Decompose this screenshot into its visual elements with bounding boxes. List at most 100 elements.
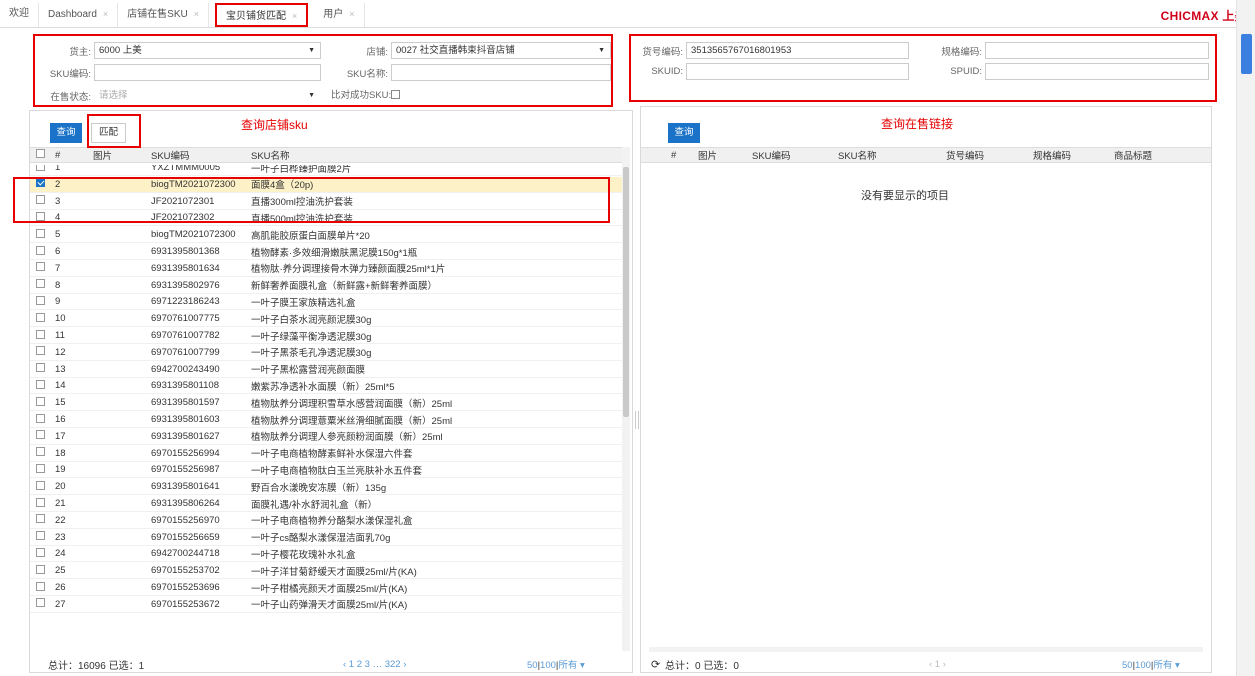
page-size-all[interactable]: 所有 xyxy=(1153,660,1172,671)
compare-success-checkbox[interactable] xyxy=(391,89,400,99)
refresh-icon[interactable]: ⟳ xyxy=(651,658,665,671)
table-row[interactable]: 16 6931395801603 植物肽养分调理薏粟米丝滑细腻面膜（新）25ml xyxy=(30,412,622,428)
goods-code-input[interactable]: 3513565767016801953 xyxy=(686,42,909,59)
row-checkbox[interactable] xyxy=(36,346,45,356)
row-checkbox[interactable] xyxy=(36,514,45,524)
row-checkbox[interactable] xyxy=(36,279,45,289)
row-checkbox[interactable] xyxy=(36,413,45,423)
sku-name-input[interactable] xyxy=(391,64,611,81)
page-size-100[interactable]: 100 xyxy=(1135,660,1151,671)
row-checkbox[interactable] xyxy=(36,463,45,473)
col-num[interactable]: # xyxy=(641,150,698,161)
col-spec-code[interactable]: 规格编码 xyxy=(1033,148,1114,162)
col-sku-name[interactable]: SKU名称 xyxy=(838,148,946,162)
table-row[interactable]: 15 6931395801597 植物肽养分调理积雪草水感营润面膜（新）25ml xyxy=(30,395,622,412)
table-row[interactable]: 11 6970761007782 一叶子绿藻平衡净透泥膜30g xyxy=(30,328,622,344)
page-size-selector[interactable]: 50|100|所有 ▾ xyxy=(527,657,585,671)
table-row[interactable]: 6 6931395801368 植物酵素·多效细滑嫩肤黑泥膜150g*1瓶 xyxy=(30,244,622,260)
page-size-50[interactable]: 50 xyxy=(527,660,538,671)
table-row[interactable]: 12 6970761007799 一叶子黑茶毛孔净透泥膜30g xyxy=(30,345,622,361)
close-icon[interactable]: × xyxy=(292,11,297,21)
row-checkbox[interactable] xyxy=(36,430,45,440)
table-row[interactable]: 2 biogTM2021072300 面膜4盒（20p) xyxy=(30,176,622,193)
row-checkbox[interactable] xyxy=(36,312,45,322)
page-size-100[interactable]: 100 xyxy=(540,660,556,671)
scrollbar-thumb[interactable] xyxy=(1241,34,1252,74)
tab-product-matching[interactable]: 宝贝铺货匹配 × xyxy=(215,3,309,27)
row-checkbox[interactable] xyxy=(36,497,45,507)
status-select[interactable]: 请选择 ▼ xyxy=(94,87,321,104)
col-product-title[interactable]: 商品标题 xyxy=(1114,148,1184,162)
row-checkbox[interactable] xyxy=(36,295,45,305)
table-row[interactable]: 26 6970155253696 一叶子柑橘亮颜天才面膜25ml/片(KA) xyxy=(30,580,622,596)
panel-splitter[interactable] xyxy=(635,411,639,429)
pagination[interactable]: ‹ 1 › xyxy=(929,659,1122,670)
close-icon[interactable]: × xyxy=(103,9,108,19)
row-checkbox[interactable] xyxy=(36,547,45,557)
pagination[interactable]: ‹ 1 2 3 … 322 › xyxy=(343,659,527,670)
table-row[interactable]: 25 6970155253702 一叶子洋甘菊舒缓天才面膜25ml/片(KA) xyxy=(30,563,622,580)
col-sku-code[interactable]: SKU编码 xyxy=(151,148,251,162)
page-size-selector[interactable]: 50|100|所有 ▾ xyxy=(1122,657,1180,671)
row-checkbox[interactable] xyxy=(36,178,45,188)
row-checkbox[interactable] xyxy=(36,379,45,389)
tab-users[interactable]: 用户 × xyxy=(314,3,365,27)
table-row[interactable]: 23 6970155256659 一叶子cs酪梨水漾保湿洁面乳70g xyxy=(30,530,622,546)
col-sku-code[interactable]: SKU编码 xyxy=(752,148,838,162)
col-image[interactable]: 图片 xyxy=(93,148,151,162)
col-sku-name[interactable]: SKU名称 xyxy=(251,148,551,162)
table-row[interactable]: 8 6931395802976 新鲜奢养面膜礼盒（新鲜露+新鲜奢养面膜） xyxy=(30,278,622,294)
row-checkbox[interactable] xyxy=(36,195,45,205)
tab-store-sku[interactable]: 店铺在售SKU × xyxy=(118,3,210,27)
scrollbar-thumb[interactable] xyxy=(623,167,629,417)
sku-code-input[interactable] xyxy=(94,64,321,81)
table-scrollbar[interactable] xyxy=(622,147,630,651)
skuid-input[interactable] xyxy=(686,63,909,80)
spec-code-input[interactable] xyxy=(985,42,1209,59)
tab-welcome[interactable]: 欢迎 xyxy=(0,3,39,27)
row-checkbox[interactable] xyxy=(36,245,45,255)
row-checkbox[interactable] xyxy=(36,363,45,373)
page-scrollbar[interactable] xyxy=(1236,0,1255,676)
table-row[interactable]: 3 JF2021072301 直播300ml控油洗护套装 xyxy=(30,194,622,210)
select-all-checkbox[interactable] xyxy=(36,149,45,158)
table-row[interactable]: 10 6970761007775 一叶子白茶水润亮颜泥膜30g xyxy=(30,311,622,328)
close-icon[interactable]: × xyxy=(194,9,199,19)
table-row[interactable]: 18 6970155256994 一叶子电商植物酵素鲜补水保湿六件套 xyxy=(30,446,622,462)
close-icon[interactable]: × xyxy=(349,9,354,19)
row-checkbox[interactable] xyxy=(36,447,45,457)
tab-dashboard[interactable]: Dashboard × xyxy=(39,3,119,27)
page-size-50[interactable]: 50 xyxy=(1122,660,1133,671)
row-checkbox[interactable] xyxy=(36,396,45,406)
query-button[interactable]: 查询 xyxy=(668,123,700,143)
table-row[interactable]: 14 6931395801108 嫩紫苏净透补水面膜（新）25ml*5 xyxy=(30,378,622,395)
table-row[interactable]: 24 6942700244718 一叶子樱花玫瑰补水礼盒 xyxy=(30,546,622,563)
table-row[interactable]: 20 6931395801641 野百合水漾晚安冻膜（新）135g xyxy=(30,479,622,496)
row-checkbox[interactable] xyxy=(36,165,45,171)
row-checkbox[interactable] xyxy=(36,262,45,272)
row-checkbox[interactable] xyxy=(36,531,45,541)
table-row[interactable]: 27 6970155253672 一叶子山药弹滑天才面膜25ml/片(KA) xyxy=(30,597,622,613)
match-button[interactable]: 匹配 xyxy=(91,123,126,143)
row-checkbox[interactable] xyxy=(36,581,45,591)
table-row[interactable]: 7 6931395801634 植物肽·养分调理接骨木弹力臻颜面膜25ml*1片 xyxy=(30,261,622,277)
query-button[interactable]: 查询 xyxy=(50,123,82,143)
horizontal-scrollbar[interactable] xyxy=(649,647,1203,652)
col-image[interactable]: 图片 xyxy=(698,148,752,162)
row-checkbox[interactable] xyxy=(36,564,45,574)
table-row[interactable]: 1 YXZTMMM0005 一叶子白桦臻护面膜2片 xyxy=(30,165,622,176)
table-row[interactable]: 13 6942700243490 一叶子黑松露营润亮颜面膜 xyxy=(30,362,622,378)
row-checkbox[interactable] xyxy=(36,228,45,238)
table-row[interactable]: 9 6971223186243 一叶子膜王家族精选礼盒 xyxy=(30,294,622,311)
row-checkbox[interactable] xyxy=(36,598,45,608)
row-checkbox[interactable] xyxy=(36,480,45,490)
table-row[interactable]: 22 6970155256970 一叶子电商植物养分酪梨水漾保湿礼盒 xyxy=(30,513,622,529)
store-select[interactable]: 0027 社交直播韩束抖音店铺 ▼ xyxy=(391,42,611,59)
table-row[interactable]: 5 biogTM2021072300 高肌能胶原蛋白面膜单片*20 xyxy=(30,227,622,244)
spuid-input[interactable] xyxy=(985,63,1209,80)
col-goods-code[interactable]: 货号编码 xyxy=(946,148,1033,162)
page-size-all[interactable]: 所有 xyxy=(558,660,577,671)
col-num[interactable]: # xyxy=(55,150,93,161)
table-row[interactable]: 17 6931395801627 植物肽养分调理人参亮颜粉润面膜（新）25ml xyxy=(30,429,622,445)
table-row[interactable]: 21 6931395806264 面膜礼遇/补水舒润礼盒（新） xyxy=(30,496,622,512)
